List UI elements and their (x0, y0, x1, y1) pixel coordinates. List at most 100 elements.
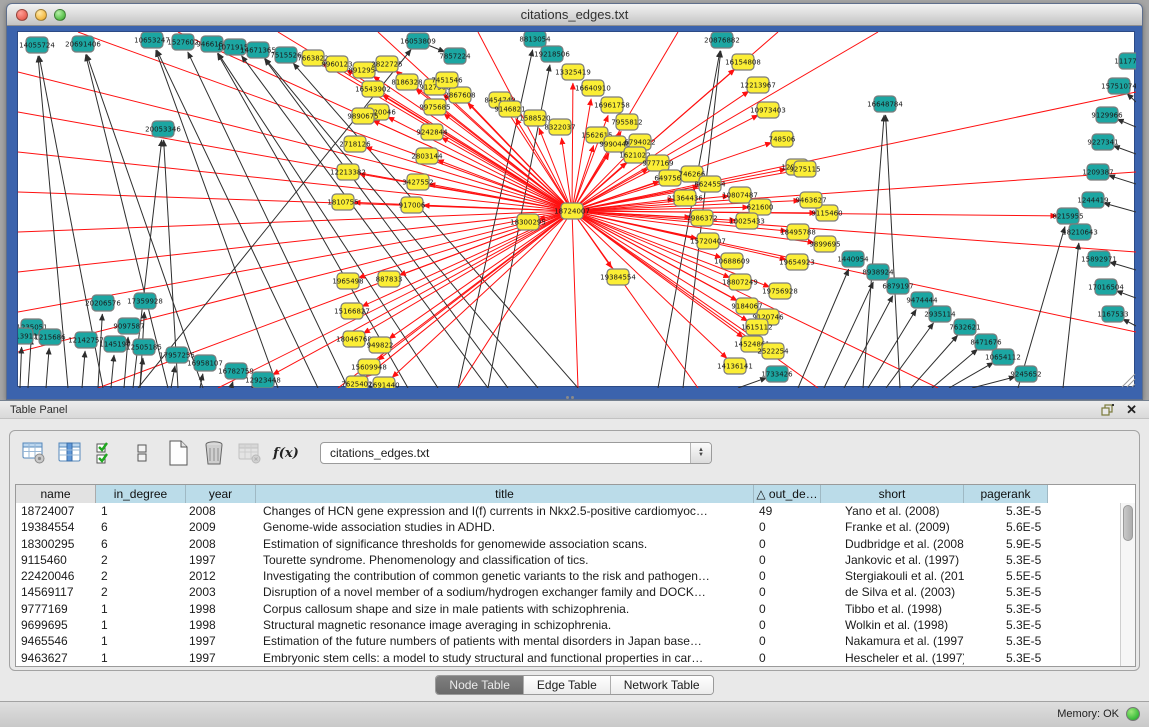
table-cell[interactable]: Corpus callosum shape and size in male p… (256, 601, 754, 617)
table-cell[interactable]: 2009 (186, 519, 256, 535)
tab-edge-table[interactable]: Edge Table (524, 676, 611, 694)
table-cell[interactable]: 9115460 (16, 552, 96, 568)
table-cell[interactable]: 0 (754, 536, 821, 552)
table-cell[interactable]: 0 (754, 650, 821, 666)
table-cell[interactable]: 18724007 (16, 503, 96, 519)
table-cell[interactable]: 9465546 (16, 633, 96, 649)
table-vertical-scrollbar[interactable] (1120, 503, 1135, 666)
table-cell[interactable]: 1997 (186, 650, 256, 666)
table-row[interactable]: 1456911722003Disruption of a novel membe… (16, 584, 1120, 600)
table-cell[interactable]: 1997 (186, 633, 256, 649)
tab-network-table[interactable]: Network Table (611, 676, 713, 694)
table-cell[interactable]: Stergiakouli et al. (2012) (821, 568, 964, 584)
table-cell[interactable]: 5.6E-5 (964, 519, 1048, 535)
table-cell[interactable]: 19384554 (16, 519, 96, 535)
table-cell[interactable]: de Silva et al. (2003) (821, 584, 964, 600)
table-cell[interactable]: 5.3E-5 (964, 503, 1048, 519)
table-cell[interactable]: 5.3E-5 (964, 650, 1048, 666)
table-cell[interactable]: 5.3E-5 (964, 552, 1048, 568)
table-row[interactable]: 2242004622012Investigating the contribut… (16, 568, 1120, 584)
table-row[interactable]: 946554611997Estimation of the future num… (16, 633, 1120, 649)
table-cell[interactable]: 1 (96, 617, 186, 633)
delete-table-icon[interactable] (200, 439, 228, 467)
table-cell[interactable]: Genome-wide association studies in ADHD. (256, 519, 754, 535)
tab-node-table[interactable]: Node Table (436, 676, 524, 694)
table-cell[interactable]: 0 (754, 601, 821, 617)
table-cell[interactable]: 5.3E-5 (964, 617, 1048, 633)
close-panel-icon[interactable]: ✕ (1126, 403, 1137, 417)
table-cell[interactable]: 0 (754, 633, 821, 649)
table-row[interactable]: 946362711997Embryonic stem cells: a mode… (16, 650, 1120, 666)
table-cell[interactable]: 0 (754, 617, 821, 633)
table-cell[interactable]: Jankovic et al. (1997) (821, 552, 964, 568)
new-table-icon[interactable] (164, 439, 192, 467)
table-cell[interactable]: 5.9E-5 (964, 536, 1048, 552)
table-cell[interactable]: 9699695 (16, 617, 96, 633)
window-titlebar[interactable]: citations_edges.txt (7, 4, 1142, 26)
table-cell[interactable]: 6 (96, 519, 186, 535)
network-select[interactable]: citations_edges.txt ▲▼ (320, 442, 712, 464)
table-mode-icon[interactable] (20, 439, 48, 467)
column-header-name[interactable]: name (16, 485, 96, 503)
table-cell[interactable]: 1 (96, 650, 186, 666)
table-row[interactable]: 1830029562008Estimation of significance … (16, 536, 1120, 552)
table-cell[interactable]: Nakamura et al. (1997) (821, 633, 964, 649)
column-header-in_degree[interactable]: in_degree (96, 485, 186, 503)
table-cell[interactable]: Wolkin et al. (1998) (821, 617, 964, 633)
table-cell[interactable]: 1998 (186, 601, 256, 617)
table-cell[interactable]: Disruption of a novel member of a sodium… (256, 584, 754, 600)
table-cell[interactable]: 1 (96, 601, 186, 617)
table-cell[interactable]: Dudbridge et al. (2008) (821, 536, 964, 552)
table-cell[interactable]: 2008 (186, 503, 256, 519)
table-cell[interactable]: 1 (96, 633, 186, 649)
table-cell[interactable]: 2003 (186, 584, 256, 600)
table-cell[interactable]: 9463627 (16, 650, 96, 666)
table-cell[interactable]: 2 (96, 584, 186, 600)
table-cell[interactable]: Structural magnetic resonance image aver… (256, 617, 754, 633)
table-cell[interactable]: 6 (96, 536, 186, 552)
table-cell[interactable]: 1 (96, 503, 186, 519)
table-cell[interactable]: Franke et al. (2009) (821, 519, 964, 535)
table-cell[interactable]: 0 (754, 519, 821, 535)
table-cell[interactable]: Tibbo et al. (1998) (821, 601, 964, 617)
column-edit-icon[interactable] (56, 439, 84, 467)
row-height-icon[interactable] (128, 439, 156, 467)
table-row[interactable]: 911546021997Tourette syndrome. Phenomeno… (16, 552, 1120, 568)
table-cell[interactable]: 1997 (186, 552, 256, 568)
table-cell[interactable]: Yano et al. (2008) (821, 503, 964, 519)
table-row[interactable]: 969969511998Structural magnetic resonanc… (16, 617, 1120, 633)
float-panel-icon[interactable] (1101, 404, 1114, 416)
table-cell[interactable]: 49 (754, 503, 821, 519)
network-canvas[interactable]: 1405572420691406106532471527602946616010… (17, 31, 1135, 387)
table-cell[interactable]: Estimation of the future numbers of pati… (256, 633, 754, 649)
table-cell[interactable]: 2012 (186, 568, 256, 584)
table-cell[interactable]: 0 (754, 584, 821, 600)
table-cell[interactable]: 5.3E-5 (964, 601, 1048, 617)
table-cell[interactable]: 22420046 (16, 568, 96, 584)
table-cell[interactable]: 2 (96, 568, 186, 584)
column-header-out_de[interactable]: △ out_de… (754, 485, 821, 503)
column-header-short[interactable]: short (821, 485, 964, 503)
column-header-title[interactable]: title (256, 485, 754, 503)
table-cell[interactable]: 5.3E-5 (964, 633, 1048, 649)
table-cell[interactable]: 14569117 (16, 584, 96, 600)
memory-status-indicator[interactable] (1126, 707, 1140, 721)
table-row[interactable]: 1938455462009Genome-wide association stu… (16, 519, 1120, 535)
scrollbar-thumb[interactable] (1123, 505, 1133, 541)
table-row[interactable]: 1872400712008Changes of HCN gene express… (16, 503, 1120, 519)
table-cell[interactable]: 18300295 (16, 536, 96, 552)
table-cell[interactable]: Hescheler et al. (1997) (821, 650, 964, 666)
table-cell[interactable]: 1998 (186, 617, 256, 633)
function-builder-icon[interactable]: f(x) (272, 439, 300, 467)
table-cell[interactable]: 0 (754, 568, 821, 584)
table-cell[interactable]: 2 (96, 552, 186, 568)
combo-stepper-icon[interactable]: ▲▼ (690, 443, 711, 463)
table-cell[interactable]: Estimation of significance thresholds fo… (256, 536, 754, 552)
select-rows-icon[interactable] (92, 439, 120, 467)
table-cell[interactable]: 2008 (186, 536, 256, 552)
table-cell[interactable]: Embryonic stem cells: a model to study s… (256, 650, 754, 666)
table-cell[interactable]: 5.3E-5 (964, 584, 1048, 600)
canvas-resize-grip[interactable] (1122, 374, 1135, 387)
table-cell[interactable]: Changes of HCN gene expression and I(f) … (256, 503, 754, 519)
table-cell[interactable]: 0 (754, 552, 821, 568)
